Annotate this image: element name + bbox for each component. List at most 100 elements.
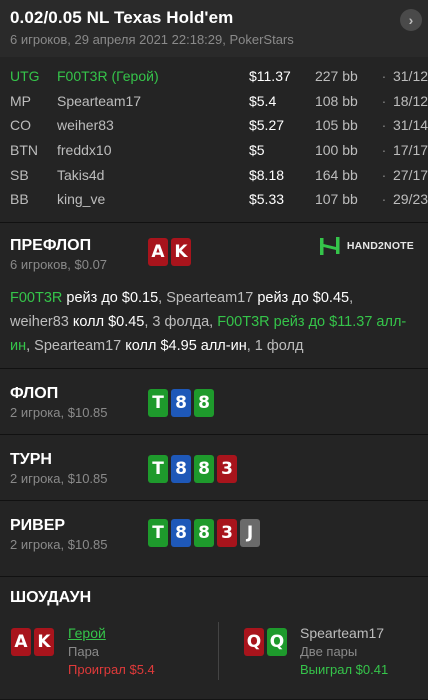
player-stack-bb: 100 bb — [314, 142, 358, 159]
player-stack-bb: 107 bb — [314, 191, 358, 208]
player-stats: 31/14 — [392, 117, 428, 134]
player-name: Spearteam17 — [57, 92, 142, 109]
result-text: Проиграл $5.4 — [68, 662, 155, 677]
villain-name: Spearteam17 — [300, 625, 385, 641]
preflop-actions: F00T3R рейз до $0.15, Spearteam17 рейз д… — [10, 286, 418, 358]
playing-card: 8 — [171, 519, 191, 547]
player-stats: 18/12 — [392, 92, 428, 109]
action-text: колл $0.45 — [72, 314, 145, 330]
player-name: F00T3R (Герой) — [57, 68, 159, 85]
player-row[interactable]: UTG F00T3R (Герой) $11.37 227 bb · 31/12 — [10, 64, 428, 89]
playing-card: T — [148, 389, 168, 417]
player-row[interactable]: CO weiher83 $5.27 105 bb · 31/14 — [10, 113, 428, 138]
chevron-right-icon[interactable]: › — [400, 9, 422, 31]
player-position: BB — [10, 191, 29, 208]
separator: · — [381, 142, 387, 159]
playing-card: Q — [244, 628, 264, 656]
playing-card: 8 — [194, 455, 214, 483]
playing-card: T — [148, 455, 168, 483]
player-stack-bb: 105 bb — [314, 117, 358, 134]
action-separator: , — [26, 338, 35, 354]
board-cards: T 8 8 3 — [148, 455, 240, 483]
playing-card: 8 — [171, 455, 191, 483]
board-cards: T 8 8 3 J — [148, 519, 263, 547]
playing-card: 8 — [171, 389, 191, 417]
playing-card: A — [11, 628, 31, 656]
players-list: UTG F00T3R (Герой) $11.37 227 bb · 31/12… — [0, 57, 428, 223]
separator: · — [381, 191, 387, 208]
hand2note-icon — [319, 237, 340, 255]
player-stack-bb: 164 bb — [314, 166, 358, 183]
hand-title: 0.02/0.05 NL Texas Hold'em — [10, 8, 234, 27]
playing-card: A — [148, 238, 168, 266]
player-row[interactable]: MP Spearteam17 $5.4 108 bb · 18/12 — [10, 89, 428, 114]
player-stack: $5 — [248, 142, 265, 159]
playing-card: 8 — [194, 519, 214, 547]
playing-card: Q — [267, 628, 287, 656]
separator: · — [381, 68, 387, 85]
player-name: king_ve — [57, 191, 106, 208]
player-stack-bb: 108 bb — [314, 92, 358, 109]
divider — [218, 622, 219, 680]
preflop-section: ПРЕФЛОП 6 игроков, $0.07 A K HAND2NOTE F… — [0, 223, 428, 369]
player-stats: 17/17 — [392, 142, 428, 159]
villain-showdown-info: Spearteam17 Две пары Выиграл $0.41 — [300, 625, 388, 677]
result-text: Выиграл $0.41 — [300, 662, 389, 677]
hand-rank: Пара — [68, 644, 100, 659]
hero-hole-cards: A K — [148, 238, 194, 266]
action-text: колл $4.95 алл-ин — [125, 338, 247, 354]
street-title: ШОУДАУН — [10, 589, 92, 606]
river-section: РИВЕР 2 игрока, $10.85 T 8 8 3 J — [0, 501, 428, 577]
turn-section: ТУРН 2 игрока, $10.85 T 8 8 3 — [0, 435, 428, 501]
hand-subtitle: 6 игроков, 29 апреля 2021 22:18:29, Poke… — [10, 32, 294, 47]
player-stats: 31/12 — [392, 68, 428, 85]
player-stack: $5.27 — [248, 117, 285, 134]
player-position: SB — [10, 166, 29, 183]
action-text: рейз до $0.45 — [257, 290, 350, 306]
player-name: weiher83 — [57, 117, 114, 134]
action-separator: , 1 фолд — [246, 338, 304, 354]
action-player: Spearteam17 — [166, 290, 254, 306]
showdown-section: ШОУДАУН A K Герой Пара Проиграл $5.4 Q Q… — [0, 577, 428, 699]
player-name: Takis4d — [57, 166, 105, 183]
flop-section: ФЛОП 2 игрока, $10.85 T 8 8 — [0, 369, 428, 435]
playing-card: T — [148, 519, 168, 547]
player-stack: $5.4 — [248, 92, 277, 109]
player-position: UTG — [10, 68, 40, 85]
player-stack: $11.37 — [248, 68, 291, 85]
separator: · — [381, 117, 387, 134]
logo-text: HAND2NOTE — [346, 240, 414, 252]
playing-card: K — [34, 628, 54, 656]
hero-showdown-info: Герой Пара Проиграл $5.4 — [68, 625, 155, 677]
player-position: MP — [10, 92, 31, 109]
hand-header: 0.02/0.05 NL Texas Hold'em 6 игроков, 29… — [0, 0, 428, 57]
player-stack: $8.18 — [248, 166, 285, 183]
separator: · — [381, 166, 387, 183]
player-row[interactable]: BB king_ve $5.33 107 bb · 29/23 — [10, 187, 428, 212]
player-stats: 27/17 — [392, 166, 428, 183]
player-stack-bb: 227 bb — [314, 68, 358, 85]
action-player: F00T3R — [10, 290, 63, 306]
player-row[interactable]: BTN freddx10 $5 100 bb · 17/17 — [10, 138, 428, 163]
player-stats: 29/23 — [392, 191, 428, 208]
action-player: Spearteam17 — [34, 338, 122, 354]
board-cards: T 8 8 — [148, 389, 217, 417]
playing-card: 3 — [217, 519, 237, 547]
hand2note-logo: HAND2NOTE — [319, 235, 414, 257]
hero-showdown-cards: A K — [11, 628, 57, 656]
action-separator: , — [349, 290, 354, 306]
action-text: рейз до $0.15 — [66, 290, 159, 306]
playing-card: 3 — [217, 455, 237, 483]
player-position: BTN — [10, 142, 38, 159]
player-position: CO — [10, 117, 31, 134]
street-subtitle: 6 игроков, $0.07 — [10, 257, 108, 272]
action-separator: , 3 фолда, — [144, 314, 218, 330]
player-row[interactable]: SB Takis4d $8.18 164 bb · 27/17 — [10, 162, 428, 187]
playing-card: K — [171, 238, 191, 266]
hero-link[interactable]: Герой — [68, 625, 155, 641]
player-name: freddx10 — [57, 142, 112, 159]
action-player: weiher83 — [10, 314, 69, 330]
separator: · — [381, 92, 387, 109]
playing-card: 8 — [194, 389, 214, 417]
playing-card: J — [240, 519, 260, 547]
